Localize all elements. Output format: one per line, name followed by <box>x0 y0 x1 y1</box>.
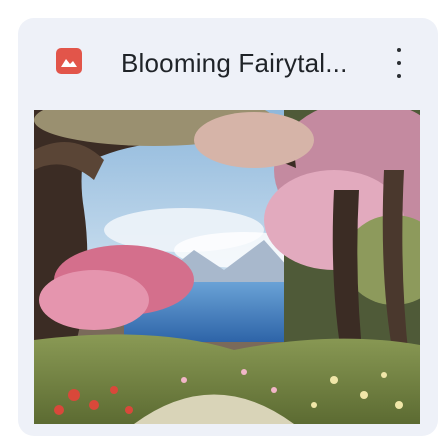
more-vert-icon <box>397 48 401 52</box>
card-header: Blooming Fairytal... <box>18 18 438 108</box>
image-thumbnail[interactable] <box>34 110 420 424</box>
file-title: Blooming Fairytal... <box>121 48 348 78</box>
thumbnail-painting <box>34 110 420 424</box>
file-card[interactable]: Blooming Fairytal... <box>18 18 438 436</box>
more-options-button[interactable] <box>390 48 408 78</box>
image-file-icon <box>56 48 82 74</box>
